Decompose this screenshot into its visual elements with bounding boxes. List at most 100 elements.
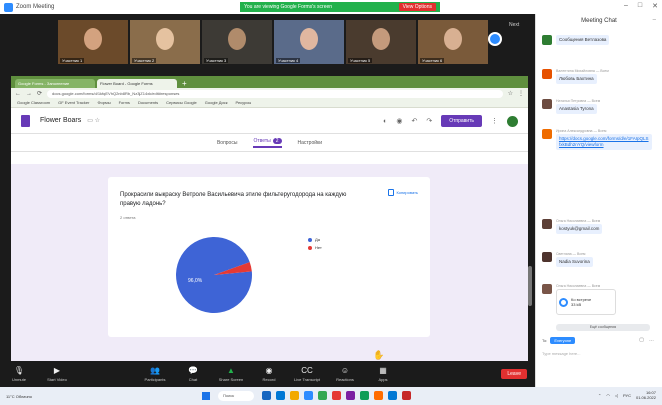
extensions-icon[interactable]: ⋮: [518, 90, 524, 97]
live-transcript-button[interactable]: CC Live Transcript: [288, 366, 326, 382]
form-title[interactable]: Flower Boars: [40, 117, 81, 124]
attach-file-icon[interactable]: ▢: [639, 337, 644, 343]
more-messages-button[interactable]: Ещё сообщения: [556, 324, 650, 331]
strip-next-button[interactable]: Next: [509, 22, 519, 28]
reactions-icon: ☺: [340, 366, 350, 375]
chart-legend: Да Нет: [308, 237, 322, 253]
page-scrollbar[interactable]: [528, 266, 532, 306]
bookmark-item[interactable]: Формы: [97, 100, 110, 106]
chat-link[interactable]: https://docs.google.com/forms/d/e/1FAIpQ…: [556, 134, 652, 150]
send-button[interactable]: Отправить: [441, 115, 482, 127]
chat-text: Любовь Бахтина: [556, 74, 597, 84]
chat-input[interactable]: Type message here...: [542, 351, 657, 361]
participant-tile[interactable]: Участник 2: [130, 20, 200, 64]
forward-icon[interactable]: →: [26, 91, 32, 97]
participant-tile[interactable]: Участник 1: [58, 20, 128, 64]
taskbar-app-icon[interactable]: [304, 391, 313, 400]
bookmark-item[interactable]: Google Classroom: [17, 100, 50, 106]
chat-text: Сообщения Ветлазова: [556, 35, 610, 45]
pie-data-label: 96,0%: [188, 278, 203, 284]
apps-button[interactable]: ▦ Apps: [364, 366, 402, 382]
tray-chevron-icon[interactable]: ⌃: [598, 393, 601, 398]
language-indicator[interactable]: РУС: [623, 393, 631, 398]
participant-name: Участник 1: [60, 58, 85, 63]
chat-message-body: Светлана — Всем Nadia Suvorina: [556, 252, 593, 267]
wifi-icon[interactable]: ◠: [606, 393, 610, 398]
url-field[interactable]: docs.google.com/forms/d/1kfqEVhQ2nb8Rb_N…: [47, 89, 503, 98]
taskbar-app-icon[interactable]: [318, 391, 327, 400]
legend-item: Нет: [308, 245, 322, 250]
taskbar-app-icon[interactable]: [388, 391, 397, 400]
chat-more-icon[interactable]: …: [649, 337, 654, 343]
chat-recipient-select[interactable]: Everyone: [550, 337, 576, 344]
bookmark-item[interactable]: Documents: [138, 100, 158, 106]
clock[interactable]: 16:07 01.06.2022: [636, 390, 656, 400]
speaker-icon[interactable]: ◁: [615, 393, 618, 398]
tab-settings[interactable]: Настройки: [298, 140, 323, 146]
participant-tile[interactable]: Участник 5: [346, 20, 416, 64]
more-icon[interactable]: ⋮: [491, 117, 498, 125]
participant-tile[interactable]: Участник 3: [202, 20, 272, 64]
chat-button[interactable]: 💬 Chat: [174, 366, 212, 382]
cc-icon: CC: [301, 366, 313, 375]
unmute-button[interactable]: 🎙 Unmute: [0, 366, 38, 382]
apps-icon: ▦: [379, 366, 387, 375]
taskbar-app-icon[interactable]: [332, 391, 341, 400]
chat-file-attachment[interactable]: Ко встрече 33 kB: [556, 289, 616, 315]
browser-tab-active[interactable]: Flower Board - Google Forms: [97, 79, 177, 88]
copy-chart-button[interactable]: Копировать: [388, 189, 418, 196]
taskbar-app-icon[interactable]: [374, 391, 383, 400]
close-icon[interactable]: ✕: [652, 2, 658, 10]
participant-tile[interactable]: Участник 4: [274, 20, 344, 64]
back-icon[interactable]: ←: [15, 91, 21, 97]
palette-icon[interactable]: ◐: [383, 118, 387, 125]
bookmark-item[interactable]: GF Event Tracker: [58, 100, 89, 106]
taskbar-app-icon[interactable]: [276, 391, 285, 400]
view-options-button[interactable]: View Options: [398, 3, 436, 11]
share-screen-button[interactable]: ▲ Share Screen: [212, 366, 250, 382]
folder-icon[interactable]: ▭ ☆: [87, 117, 100, 124]
weather-widget[interactable]: 11°C Облачно: [0, 394, 80, 399]
taskbar-app-icon[interactable]: [402, 391, 411, 400]
new-tab-button[interactable]: +: [179, 79, 190, 88]
taskbar-app-icon[interactable]: [262, 391, 271, 400]
redo-icon[interactable]: ↷: [426, 117, 432, 125]
bookmark-item[interactable]: Forms: [119, 100, 130, 106]
taskbar-app-icon[interactable]: [346, 391, 355, 400]
windows-start-icon[interactable]: [202, 392, 210, 400]
shared-browser-window: Google Forms - Заполнение Flower Board -…: [11, 76, 532, 362]
record-button[interactable]: ◉ Record: [250, 366, 288, 382]
browser-tab[interactable]: Google Forms - Заполнение: [15, 79, 95, 88]
tab-responses[interactable]: Ответы 2: [253, 137, 282, 148]
leave-button[interactable]: Leave: [501, 369, 527, 379]
chat-message: Светлана — Всем Nadia Suvorina: [542, 252, 593, 267]
star-icon[interactable]: ☆: [508, 90, 513, 97]
taskbar-app-icon[interactable]: [290, 391, 299, 400]
minimize-icon[interactable]: –: [624, 2, 628, 10]
undo-icon[interactable]: ↶: [411, 117, 417, 125]
tab-questions[interactable]: Вопросы: [217, 140, 237, 146]
preview-icon[interactable]: ◉: [396, 117, 402, 125]
start-video-button[interactable]: ▶ Start Video: [38, 366, 76, 382]
bookmark-item[interactable]: Ресурсы: [235, 100, 251, 106]
bookmark-item[interactable]: Google Диск: [205, 100, 228, 106]
bookmark-item[interactable]: Сервисы Google: [166, 100, 197, 106]
windows-taskbar: 11°C Облачно Поиск ⌃ ◠ ◁ РУС 16:07 01.06…: [0, 387, 662, 405]
taskbar-search[interactable]: Поиск: [218, 391, 254, 401]
participant-tile[interactable]: Участник 6: [418, 20, 488, 64]
legend-swatch: [308, 237, 312, 242]
chat-text: Nadia Suvorina: [556, 257, 593, 267]
taskbar-app-icon[interactable]: [360, 391, 369, 400]
reload-icon[interactable]: ⟳: [37, 90, 42, 97]
maximize-icon[interactable]: □: [638, 2, 642, 10]
pie-slice-Да[interactable]: [176, 236, 252, 313]
chat-message-body: Ирина Александровна — Всем https://docs.g…: [556, 129, 652, 150]
reactions-button[interactable]: ☺ Reactions: [326, 366, 364, 382]
participants-button[interactable]: 👥 Participants: [136, 366, 174, 382]
account-avatar[interactable]: [507, 115, 518, 127]
chat-minimize-icon[interactable]: –: [653, 17, 656, 23]
sender-avatar: [542, 69, 552, 79]
browser-tabbar: Google Forms - Заполнение Flower Board -…: [11, 76, 528, 88]
chat-title: Meeting Chat: [581, 18, 617, 24]
question-title: Прокрасили выкраску Ветроле Васильевича …: [120, 192, 347, 207]
